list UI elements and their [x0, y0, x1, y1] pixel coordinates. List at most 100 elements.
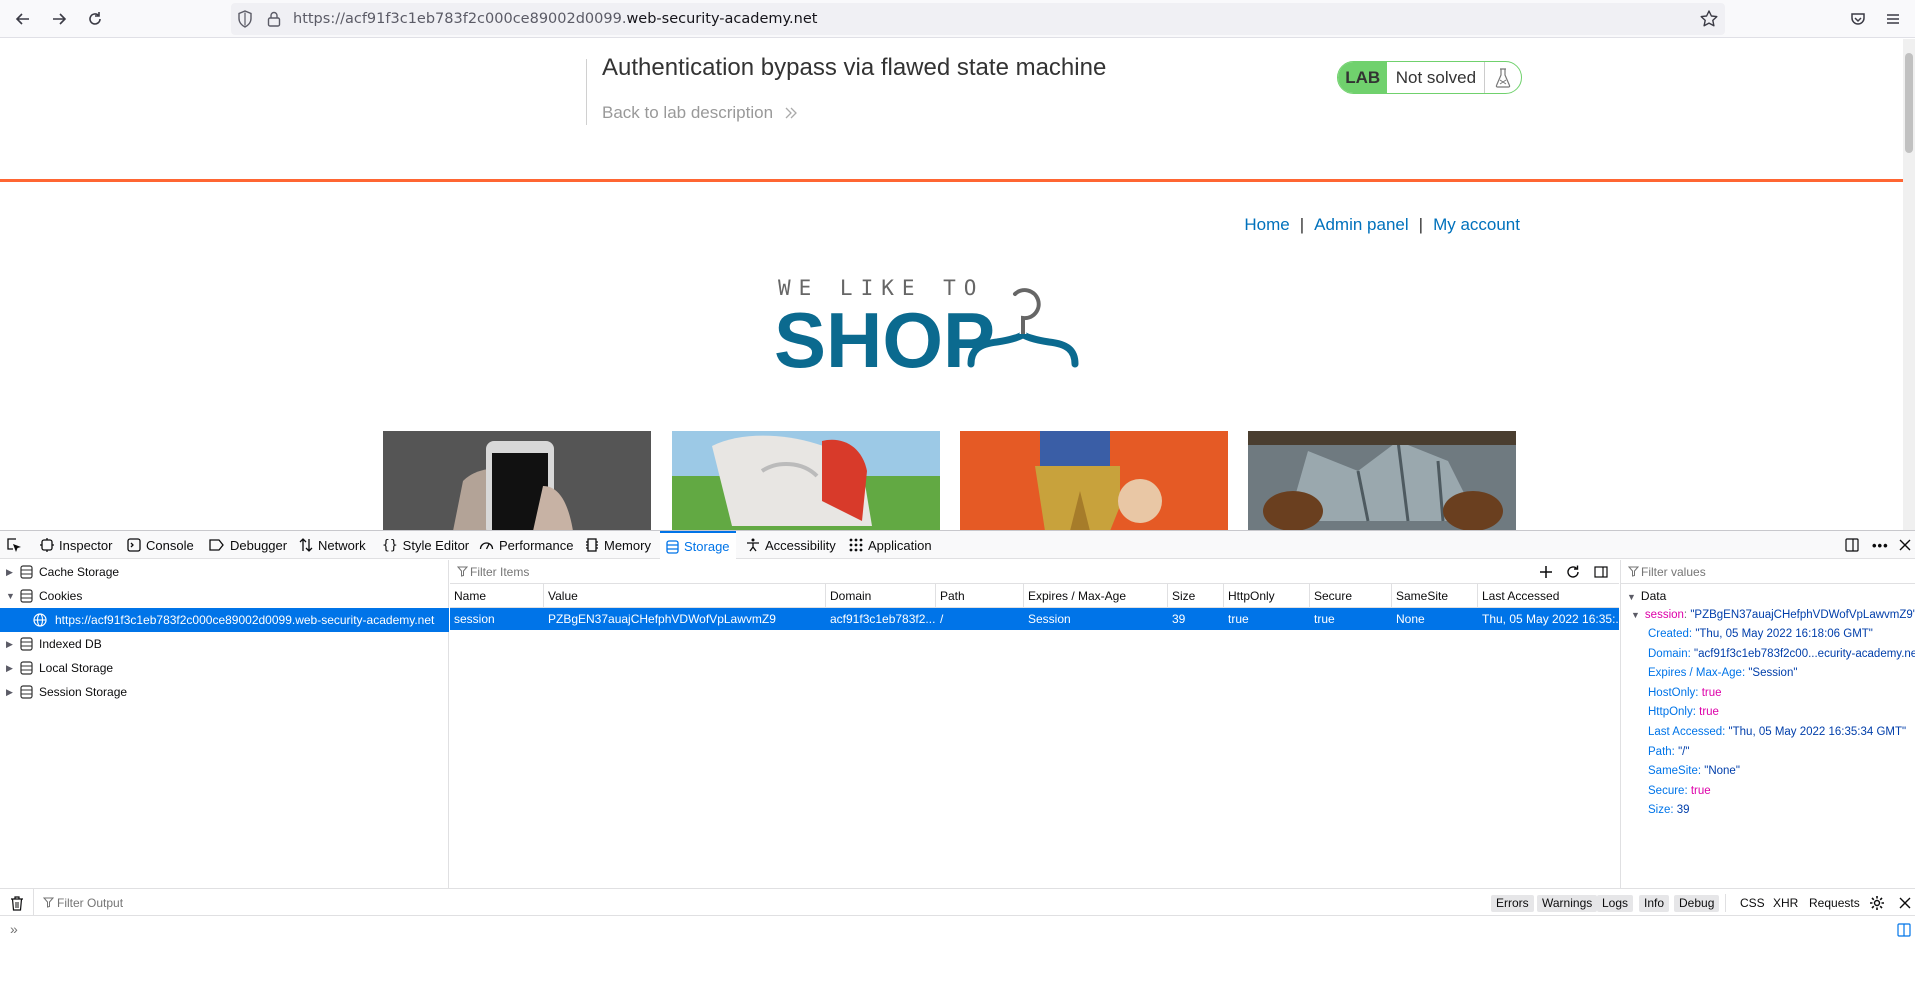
expand-triangle-icon[interactable]: ▶	[6, 567, 16, 578]
table-cell[interactable]: true	[1224, 608, 1310, 630]
table-cell[interactable]: Thu, 05 May 2022 16:35:...	[1478, 608, 1619, 630]
hamburger-menu-icon[interactable]	[1880, 6, 1906, 32]
product-image-toy[interactable]	[960, 431, 1228, 530]
console-prompt-icon[interactable]: »	[10, 921, 18, 937]
lock-icon[interactable]	[267, 10, 281, 33]
settings-gear-icon[interactable]	[1869, 895, 1885, 911]
column-header[interactable]: Last Accessed	[1478, 584, 1619, 608]
details-field[interactable]: HostOnly: true	[1648, 687, 1722, 699]
collapse-triangle-icon[interactable]: ▼	[1631, 610, 1640, 620]
tab-inspector[interactable]: Inspector	[40, 531, 112, 559]
back-arrow-icon[interactable]	[10, 6, 36, 32]
tree-item-cookie-origin[interactable]: https://acf91f3c1eb783f2c000ce89002d0099…	[0, 608, 449, 632]
tab-performance[interactable]: Performance	[479, 531, 573, 559]
table-cell[interactable]: PZBgEN37auajCHefphVDWofVpLawvmZ9	[544, 608, 826, 630]
filter-requests-button[interactable]: Requests	[1809, 895, 1860, 912]
url-text[interactable]: https://acf91f3c1eb783f2c000ce89002d0099…	[293, 3, 817, 35]
scrollbar-thumb[interactable]	[1905, 53, 1913, 153]
pocket-icon[interactable]	[1845, 6, 1871, 32]
tab-storage[interactable]: Storage	[660, 531, 736, 560]
data-section-header[interactable]: ▼ Data	[1627, 589, 1666, 603]
column-header[interactable]: Secure	[1310, 584, 1392, 608]
nav-admin-panel-link[interactable]: Admin panel	[1314, 215, 1409, 234]
expand-triangle-icon[interactable]: ▶	[6, 663, 16, 674]
tree-item-cookies[interactable]: ▼ Cookies	[0, 584, 449, 608]
bookmark-star-icon[interactable]	[1699, 9, 1719, 34]
product-image-shoes[interactable]	[1248, 431, 1516, 530]
tree-item-indexed-db[interactable]: ▶ Indexed DB	[0, 632, 449, 656]
collapse-triangle-icon[interactable]: ▼	[6, 591, 16, 601]
tab-network[interactable]: Network	[299, 531, 366, 559]
filter-warnings-button[interactable]: Warnings	[1537, 895, 1598, 912]
details-field[interactable]: Size: 39	[1648, 804, 1690, 816]
column-header[interactable]: Path	[936, 584, 1024, 608]
trash-icon[interactable]	[10, 896, 24, 911]
details-field[interactable]: SameSite: "None"	[1648, 765, 1740, 777]
column-header[interactable]: Expires / Max-Age	[1024, 584, 1168, 608]
element-picker-icon[interactable]	[6, 531, 27, 559]
tree-item-session-storage[interactable]: ▶ Session Storage	[0, 680, 449, 704]
expand-triangle-icon[interactable]: ▶	[6, 687, 16, 698]
tree-item-local-storage[interactable]: ▶ Local Storage	[0, 656, 449, 680]
toggle-sidebar-icon[interactable]	[1594, 565, 1608, 579]
tab-console[interactable]: Console	[127, 531, 194, 559]
column-header[interactable]: SameSite	[1392, 584, 1478, 608]
filter-css-button[interactable]: CSS	[1740, 895, 1765, 912]
refresh-items-icon[interactable]	[1566, 565, 1580, 579]
nav-my-account-link[interactable]: My account	[1433, 215, 1520, 234]
column-header[interactable]: Domain	[826, 584, 936, 608]
table-cell[interactable]: acf91f3c1eb783f2...	[826, 608, 936, 630]
table-cell[interactable]: 39	[1168, 608, 1224, 630]
table-cell[interactable]: None	[1392, 608, 1478, 630]
tab-memory[interactable]: Memory	[585, 531, 651, 559]
tab-accessibility[interactable]: Accessibility	[746, 531, 836, 559]
dock-side-icon[interactable]	[1845, 531, 1864, 559]
table-row[interactable]: session PZBgEN37auajCHefphVDWofVpLawvmZ9…	[450, 608, 1619, 630]
url-prefix: https://acf91f3c1eb783f2c000ce89002d0099…	[293, 11, 627, 27]
filter-xhr-button[interactable]: XHR	[1773, 895, 1798, 912]
column-header[interactable]: Size	[1168, 584, 1224, 608]
forward-arrow-icon[interactable]	[46, 6, 72, 32]
reload-icon[interactable]	[82, 6, 108, 32]
table-cell[interactable]: /	[936, 608, 1024, 630]
add-item-icon[interactable]	[1539, 565, 1553, 579]
tab-application[interactable]: Application	[849, 531, 932, 559]
close-devtools-icon[interactable]	[1899, 531, 1915, 559]
product-image-inflatable[interactable]	[672, 431, 940, 530]
url-bar[interactable]: https://acf91f3c1eb783f2c000ce89002d0099…	[231, 3, 1725, 35]
table-cell[interactable]: Session	[1024, 608, 1168, 630]
product-image-phone[interactable]	[383, 431, 651, 530]
column-header[interactable]: Name	[450, 584, 544, 608]
details-field[interactable]: Domain: "acf91f3c1eb783f2c00...ecurity-a…	[1648, 648, 1915, 660]
close-split-console-icon[interactable]	[1899, 897, 1911, 909]
nav-home-link[interactable]: Home	[1244, 215, 1289, 234]
back-to-lab-description-link[interactable]: Back to lab description	[602, 103, 798, 123]
table-cell[interactable]: session	[450, 608, 544, 630]
tree-item-cache-storage[interactable]: ▶ Cache Storage	[0, 560, 449, 584]
filter-logs-button[interactable]: Logs	[1597, 895, 1634, 912]
details-field[interactable]: Path: "/"	[1648, 746, 1689, 758]
details-field[interactable]: Created: "Thu, 05 May 2022 16:18:06 GMT"	[1648, 628, 1873, 640]
page-scrollbar[interactable]	[1903, 39, 1915, 530]
details-field[interactable]: HttpOnly: true	[1648, 706, 1719, 718]
column-header[interactable]: Value	[544, 584, 826, 608]
details-root[interactable]: ▼ session: "PZBgEN37auajCHefphVDWofVpLawv…	[1631, 609, 1915, 621]
tab-debugger[interactable]: Debugger	[209, 531, 287, 559]
tracking-shield-icon[interactable]	[237, 10, 253, 33]
collapse-triangle-icon[interactable]: ▼	[1627, 592, 1636, 602]
details-field[interactable]: Last Accessed: "Thu, 05 May 2022 16:35:3…	[1648, 726, 1906, 738]
details-field[interactable]: Expires / Max-Age: "Session"	[1648, 667, 1797, 679]
filter-debug-button[interactable]: Debug	[1674, 895, 1720, 912]
editor-mode-icon[interactable]	[1897, 923, 1911, 937]
filter-output-input[interactable]	[57, 894, 1157, 912]
details-field[interactable]: Secure: true	[1648, 785, 1711, 797]
tab-style-editor[interactable]: {} Style Editor	[382, 531, 469, 559]
filter-errors-button[interactable]: Errors	[1491, 895, 1534, 912]
column-header[interactable]: HttpOnly	[1224, 584, 1310, 608]
expand-triangle-icon[interactable]: ▶	[6, 639, 16, 650]
more-options-icon[interactable]: •••	[1872, 531, 1889, 559]
filter-values-input[interactable]	[1641, 563, 1901, 581]
table-cell[interactable]: true	[1310, 608, 1392, 630]
filter-items-input[interactable]	[470, 563, 1470, 581]
filter-info-button[interactable]: Info	[1639, 895, 1670, 912]
